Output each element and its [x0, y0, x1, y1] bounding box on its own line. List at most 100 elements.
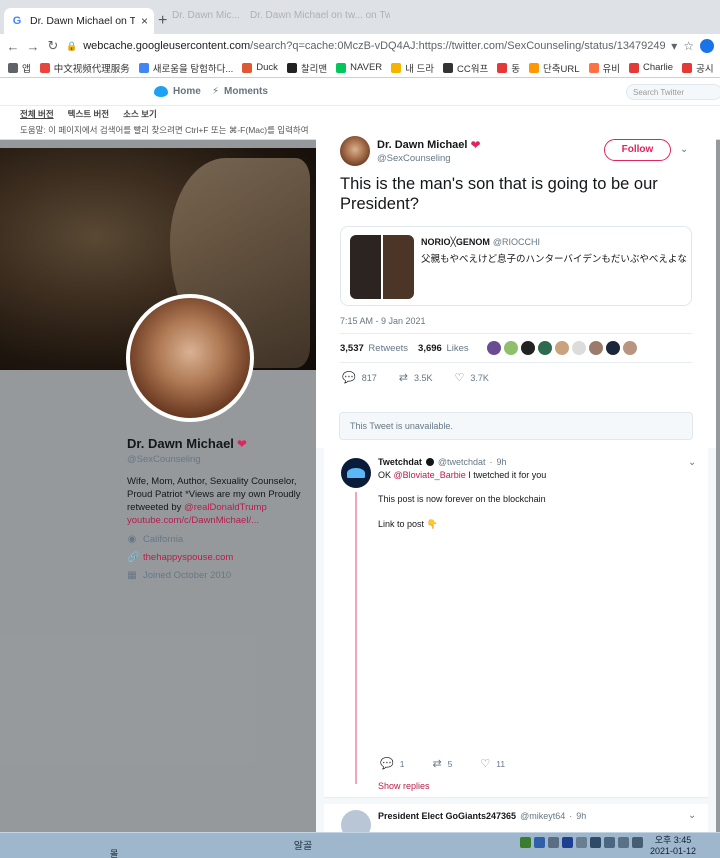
reply-author-handle[interactable]: @twetchdat — [438, 457, 486, 467]
bookmark-item[interactable]: 공시 — [682, 61, 714, 75]
chevron-down-icon[interactable]: ⌄ — [688, 810, 696, 821]
reply-time[interactable]: 9h — [497, 457, 507, 467]
bookmark-item[interactable]: 단축URL — [529, 61, 580, 75]
taskbar-clock[interactable]: 오후 3:45 2021-01-12 — [650, 835, 696, 857]
tray-icon[interactable] — [604, 837, 615, 848]
nav-moments[interactable]: ⚡ Moments — [212, 86, 268, 97]
chevron-down-icon[interactable]: ⌄ — [688, 457, 696, 468]
nav-moments-label: Moments — [224, 86, 268, 97]
profile-website-link[interactable]: thehappyspouse.com — [143, 552, 233, 563]
tray-icon[interactable] — [576, 837, 587, 848]
reply-author-avatar[interactable] — [341, 458, 371, 488]
cache-source-link[interactable]: 소스 보기 — [123, 108, 157, 120]
tray-icon[interactable] — [618, 837, 629, 848]
follow-button[interactable]: Follow — [604, 139, 671, 161]
bookmark-favicon-icon — [529, 62, 539, 73]
twitter-search-input[interactable]: Search Twitter — [626, 84, 720, 100]
url-input[interactable]: 🔒 webcache.googleusercontent.com/search?… — [66, 36, 665, 56]
browser-tab-inactive[interactable]: Dr. Dawn Michael on tw... on Twitter — [250, 10, 390, 32]
tab-title: Dr. Dawn Michael on Twitter: "T — [30, 15, 135, 27]
bookmark-item[interactable]: NAVER — [336, 62, 382, 73]
bookmark-item[interactable]: 中文视频代理服务 — [39, 61, 130, 75]
reply-author-name[interactable]: President Elect GoGiants247365 — [378, 811, 516, 821]
tray-icon[interactable] — [632, 837, 643, 848]
dropdown-icon[interactable]: ▾ — [671, 39, 677, 53]
reply-mention-link[interactable]: @Bloviate_Barbie — [394, 470, 466, 480]
like-button[interactable]: ♡ 3.7K — [454, 371, 488, 384]
tray-icon[interactable] — [590, 837, 601, 848]
bookmark-item[interactable]: 내 드라 — [391, 61, 434, 75]
tweet-stats: 3,537 Retweets 3,696 Likes — [340, 333, 692, 363]
reply-like-button[interactable]: ♡ 11 — [480, 757, 505, 770]
reply-text-line-3: Link to post 👇 — [378, 519, 438, 529]
liker-avatar[interactable] — [537, 341, 552, 355]
forward-arrow-icon[interactable]: → — [26, 39, 40, 54]
taskbar-item[interactable]: 알골 — [248, 837, 358, 857]
tweet-timestamp[interactable]: 7:15 AM - 9 Jan 2021 — [340, 316, 426, 326]
tweet-author-name[interactable]: Dr. Dawn Michael — [377, 139, 467, 151]
browser-tab-inactive[interactable]: Dr. Dawn Mic... tw... — [172, 10, 242, 32]
profile-avatar[interactable] — [126, 294, 254, 422]
tweet-author-avatar[interactable] — [340, 136, 370, 166]
bookmark-star-icon[interactable]: ☆ — [683, 39, 694, 53]
cache-full-version-link[interactable]: 전체 버전 — [20, 108, 54, 120]
reply-header: Twetchdat @twetchdat · 9h — [378, 457, 507, 467]
liker-avatar[interactable] — [588, 341, 603, 355]
profile-avatar-icon[interactable] — [700, 39, 714, 53]
reply-tweet[interactable]: Twetchdat @twetchdat · 9h ⌄ OK @Bloviate… — [324, 448, 708, 798]
like-stat[interactable]: 3,696 Likes — [418, 343, 469, 354]
chevron-down-icon[interactable]: ⌄ — [680, 144, 688, 155]
liker-avatar[interactable] — [605, 341, 620, 355]
bookmark-item[interactable]: CC워프 — [443, 61, 488, 75]
reply-retweet-button[interactable]: ⇄ 5 — [432, 757, 452, 770]
reply-reply-button[interactable]: 💬 1 — [380, 757, 404, 770]
taskbar-item[interactable]: 몰 — [110, 847, 118, 858]
liker-avatar[interactable] — [520, 341, 535, 355]
quoted-tweet[interactable]: NORIO╳GENOM @RIOCCHI 父親もやべえけど息子のハンターバイデンも… — [340, 226, 692, 306]
bookmark-item[interactable]: 동 — [497, 61, 520, 75]
tray-icon[interactable] — [548, 837, 559, 848]
reply-author-avatar[interactable] — [341, 810, 371, 832]
back-arrow-icon[interactable]: ← — [6, 39, 20, 54]
liker-avatar[interactable] — [554, 341, 569, 355]
bookmark-item[interactable]: 유비 — [588, 61, 620, 75]
profile-bio: Wife, Mom, Author, Sexuality Counselor, … — [127, 475, 307, 527]
unavailable-tweet-notice: This Tweet is unavailable. — [339, 412, 693, 440]
bookmark-item[interactable]: 앱 — [8, 61, 31, 75]
reply-actions: 💬 1 ⇄ 5 ♡ 11 — [380, 757, 505, 770]
new-tab-button[interactable]: + — [158, 13, 172, 29]
reply-tweet[interactable]: President Elect GoGiants247365 @mikeyt64… — [324, 804, 708, 832]
reply-author-handle[interactable]: @mikeyt64 — [520, 811, 565, 821]
cache-text-version-link[interactable]: 텍스트 버전 — [68, 108, 109, 120]
bookmark-item[interactable]: 새로움을 탐험하다... — [138, 61, 233, 75]
tweet-actions: 💬 817 ⇄ 3.5K ♡ 3.7K — [342, 371, 489, 384]
reply-count: 817 — [361, 372, 377, 383]
reply-button[interactable]: 💬 817 — [342, 371, 377, 384]
retweet-button[interactable]: ⇄ 3.5K — [399, 371, 433, 384]
liker-avatar[interactable] — [622, 341, 637, 355]
bookmarks-bar: 앱 中文视频代理服务 새로움을 탐험하다... Duck 찰리맨 NAVER 내 드라 CC워… — [0, 58, 720, 78]
liker-avatar[interactable] — [571, 341, 586, 355]
liker-avatar[interactable] — [486, 341, 501, 355]
reply-author-name[interactable]: Twetchdat — [378, 457, 422, 467]
show-replies-link[interactable]: Show replies — [378, 781, 430, 791]
close-tab-icon[interactable]: × — [141, 14, 148, 28]
tray-icon[interactable] — [534, 837, 545, 848]
reload-icon[interactable]: ↻ — [46, 38, 60, 54]
bookmark-item[interactable]: Duck — [242, 62, 278, 73]
home-icon — [154, 86, 168, 97]
nav-home[interactable]: Home — [154, 86, 201, 97]
reply-time[interactable]: 9h — [576, 811, 586, 821]
quoted-author-handle: @RIOCCHI — [492, 237, 541, 247]
bookmark-favicon-icon — [336, 62, 347, 73]
tweet-author-handle[interactable]: @SexCounseling — [377, 153, 481, 164]
liker-avatar[interactable] — [503, 341, 518, 355]
bookmark-item[interactable]: 찰리맨 — [286, 61, 327, 75]
bookmark-favicon-icon — [8, 62, 18, 73]
retweet-stat[interactable]: 3,537 Retweets — [340, 343, 408, 354]
browser-tab-active[interactable]: G Dr. Dawn Michael on Twitter: "T × — [4, 8, 154, 34]
tray-icon[interactable] — [520, 837, 531, 848]
bookmark-item[interactable]: Charlie — [628, 62, 673, 73]
tray-icon[interactable] — [562, 837, 573, 848]
reply-replies-count: 1 — [399, 758, 405, 769]
